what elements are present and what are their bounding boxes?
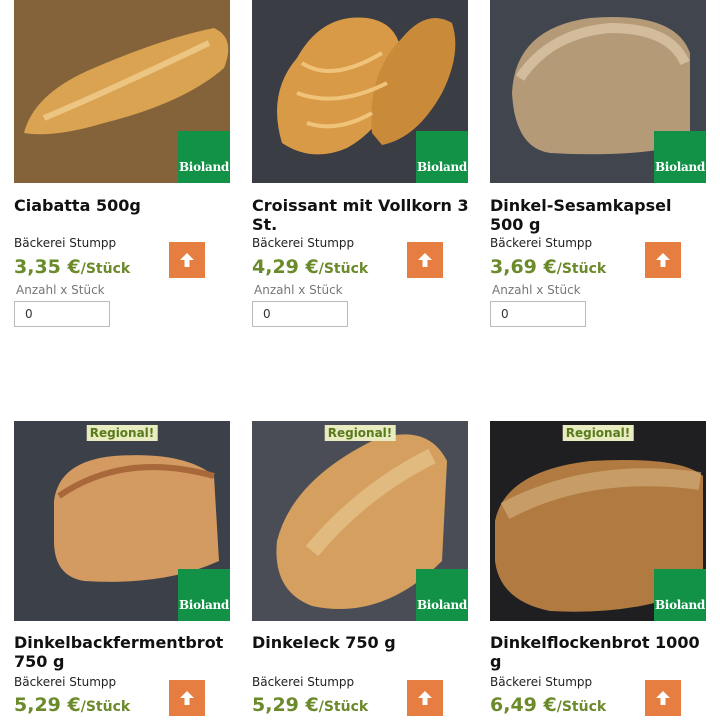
bioland-logo: Bioland xyxy=(654,569,706,621)
product-title[interactable]: Ciabatta 500g xyxy=(14,196,232,215)
quantity-label: Anzahl x Stück xyxy=(492,283,581,297)
product-image[interactable]: Regional! Bioland xyxy=(490,421,706,621)
arrow-up-icon xyxy=(418,691,432,705)
add-to-cart-button[interactable] xyxy=(407,680,443,716)
bioland-logo: Bioland xyxy=(178,569,230,621)
quantity-input[interactable]: 0 xyxy=(252,301,348,327)
arrow-up-icon xyxy=(180,691,194,705)
bioland-logo: Bioland xyxy=(178,131,230,183)
product-vendor: Bäckerei Stumpp xyxy=(14,236,117,250)
arrow-up-icon xyxy=(656,253,670,267)
product-image[interactable]: Regional! Bioland xyxy=(252,421,468,621)
product-image[interactable]: Bioland xyxy=(252,0,468,183)
arrow-up-icon xyxy=(418,253,432,267)
product-image[interactable]: Bioland xyxy=(490,0,706,183)
product-vendor: Bäckerei Stumpp xyxy=(490,675,593,689)
product-price: 4,29 €/Stück xyxy=(252,256,369,278)
product-title[interactable]: Croissant mit Vollkorn 3 St. xyxy=(252,196,470,234)
bioland-logo: Bioland xyxy=(416,131,468,183)
quantity-label: Anzahl x Stück xyxy=(16,283,105,297)
product-vendor: Bäckerei Stumpp xyxy=(252,236,355,250)
add-to-cart-button[interactable] xyxy=(407,242,443,278)
product-price: 5,29 €/Stück xyxy=(14,694,131,716)
add-to-cart-button[interactable] xyxy=(645,680,681,716)
product-price: 3,69 €/Stück xyxy=(490,256,607,278)
product-price: 5,29 €/Stück xyxy=(252,694,369,716)
product-title[interactable]: Dinkelbackfermentbrot 750 g xyxy=(14,633,232,671)
product-image[interactable]: Regional! Bioland xyxy=(14,421,230,621)
quantity-input[interactable]: 0 xyxy=(14,301,110,327)
product-title[interactable]: Dinkeleck 750 g xyxy=(252,633,470,652)
product-title[interactable]: Dinkelflockenbrot 1000 g xyxy=(490,633,708,671)
regional-badge: Regional! xyxy=(86,425,158,441)
bioland-logo: Bioland xyxy=(654,131,706,183)
product-title[interactable]: Dinkel-Sesamkapsel 500 g xyxy=(490,196,708,234)
arrow-up-icon xyxy=(180,253,194,267)
product-price: 6,49 €/Stück xyxy=(490,694,607,716)
product-price: 3,35 €/Stück xyxy=(14,256,131,278)
product-vendor: Bäckerei Stumpp xyxy=(252,675,355,689)
regional-badge: Regional! xyxy=(324,425,396,441)
add-to-cart-button[interactable] xyxy=(169,242,205,278)
add-to-cart-button[interactable] xyxy=(169,680,205,716)
add-to-cart-button[interactable] xyxy=(645,242,681,278)
quantity-label: Anzahl x Stück xyxy=(254,283,343,297)
product-vendor: Bäckerei Stumpp xyxy=(14,675,117,689)
bioland-logo: Bioland xyxy=(416,569,468,621)
quantity-input[interactable]: 0 xyxy=(490,301,586,327)
product-vendor: Bäckerei Stumpp xyxy=(490,236,593,250)
arrow-up-icon xyxy=(656,691,670,705)
product-image[interactable]: Bioland xyxy=(14,0,230,183)
regional-badge: Regional! xyxy=(562,425,634,441)
